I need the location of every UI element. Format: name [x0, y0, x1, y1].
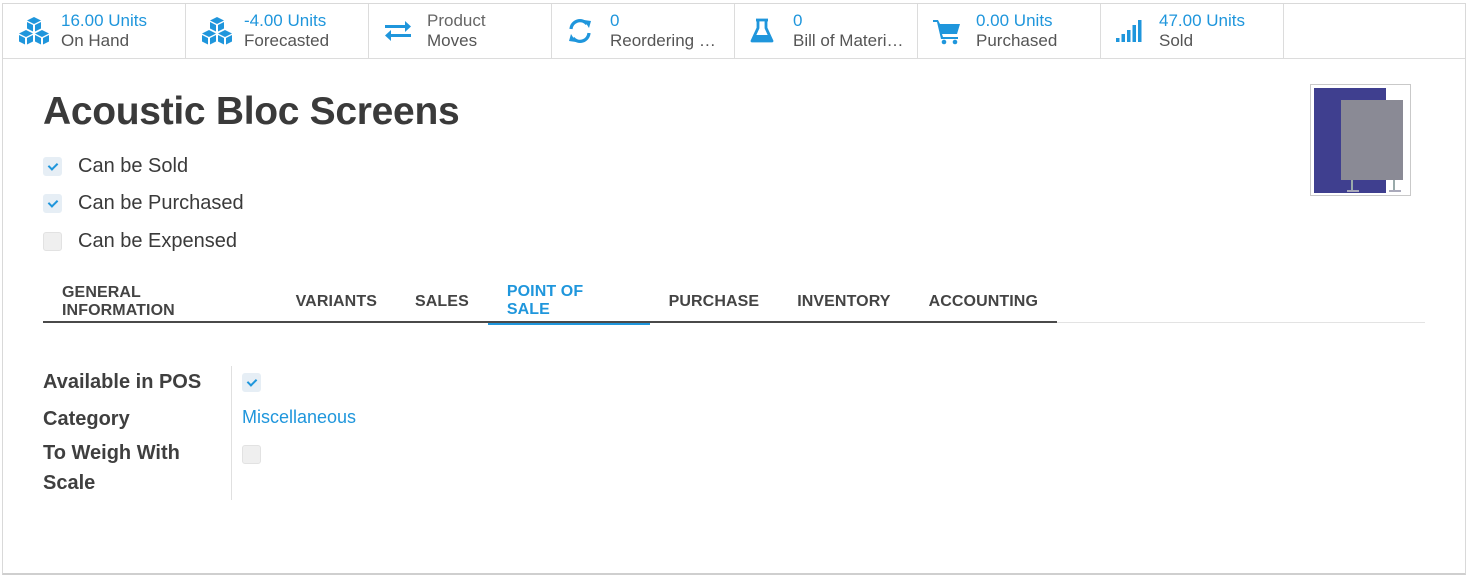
sold-label: Sold — [1159, 31, 1194, 50]
can-be-sold-label[interactable]: Can be Sold — [78, 155, 188, 178]
can-be-sold-row: Can be Sold — [43, 155, 188, 178]
refresh-icon — [566, 15, 602, 47]
signal-icon — [1115, 15, 1151, 47]
reordering-value: 0 — [610, 11, 620, 30]
to-weigh-field — [242, 445, 261, 464]
can-be-purchased-label[interactable]: Can be Purchased — [78, 192, 244, 215]
available-in-pos-field — [242, 373, 261, 392]
product-moves-label: Moves — [427, 31, 478, 50]
purchased-value: 0.00 Units — [976, 11, 1053, 30]
forecasted-label: Forecasted — [244, 31, 330, 50]
category-label: Category — [43, 408, 130, 430]
on-hand-button[interactable]: 16.00 Units On Hand — [3, 4, 186, 58]
on-hand-label: On Hand — [61, 31, 130, 50]
product-moves-title: Product — [427, 11, 486, 30]
to-weigh-checkbox[interactable] — [242, 445, 261, 464]
sold-button[interactable]: 47.00 Units Sold — [1101, 4, 1284, 58]
bom-value: 0 — [793, 11, 803, 30]
to-weigh-label: To Weigh With Scale — [43, 438, 180, 498]
product-form-sheet: 16.00 Units On Hand -4.00 Units Forecast… — [2, 3, 1466, 575]
available-in-pos-checkbox[interactable] — [242, 373, 261, 392]
can-be-sold-checkbox[interactable] — [43, 157, 62, 176]
smart-button-box: 16.00 Units On Hand -4.00 Units Forecast… — [3, 4, 1465, 59]
tab-sales[interactable]: SALES — [396, 281, 488, 323]
to-weigh-label-line1: To Weigh With — [43, 442, 180, 464]
sold-value: 47.00 Units — [1159, 11, 1245, 30]
tab-inventory[interactable]: INVENTORY — [778, 281, 909, 323]
flask-icon — [749, 15, 785, 47]
forecasted-button[interactable]: -4.00 Units Forecasted — [186, 4, 369, 58]
tab-general-information[interactable]: GENERAL INFORMATION — [43, 281, 277, 323]
product-image[interactable] — [1310, 84, 1411, 196]
can-be-purchased-checkbox[interactable] — [43, 194, 62, 213]
reordering-button[interactable]: 0 Reordering … — [552, 4, 735, 58]
cubes-icon — [17, 15, 53, 47]
product-name[interactable]: Acoustic Bloc Screens — [43, 90, 460, 134]
purchased-label: Purchased — [976, 31, 1058, 50]
tab-purchase[interactable]: PURCHASE — [650, 281, 779, 323]
exchange-icon — [383, 15, 419, 47]
bom-label: Bill of Materi… — [793, 31, 904, 50]
category-link[interactable]: Miscellaneous — [242, 407, 356, 427]
bill-of-materials-button[interactable]: 0 Bill of Materi… — [735, 4, 918, 58]
to-weigh-label-line2: Scale — [43, 472, 96, 494]
shopping-cart-icon — [932, 15, 968, 47]
tab-point-of-sale[interactable]: POINT OF SALE — [487, 281, 650, 325]
purchased-button[interactable]: 0.00 Units Purchased — [918, 4, 1101, 58]
can-be-expensed-row: Can be Expensed — [43, 230, 237, 253]
category-field: Miscellaneous — [242, 407, 356, 428]
available-in-pos-label: Available in POS — [43, 371, 202, 393]
tab-accounting[interactable]: ACCOUNTING — [910, 281, 1057, 323]
tab-variants[interactable]: VARIANTS — [277, 281, 396, 323]
reordering-label: Reordering … — [610, 31, 716, 50]
product-moves-button[interactable]: Product Moves — [369, 4, 552, 58]
forecasted-value: -4.00 Units — [244, 11, 327, 30]
product-tabs: GENERAL INFORMATION VARIANTS SALES POINT… — [43, 281, 1425, 325]
on-hand-value: 16.00 Units — [61, 11, 147, 30]
cubes-icon — [200, 15, 236, 47]
can-be-expensed-label[interactable]: Can be Expensed — [78, 230, 237, 253]
can-be-expensed-checkbox[interactable] — [43, 232, 62, 251]
field-separator — [231, 366, 232, 500]
can-be-purchased-row: Can be Purchased — [43, 192, 244, 215]
